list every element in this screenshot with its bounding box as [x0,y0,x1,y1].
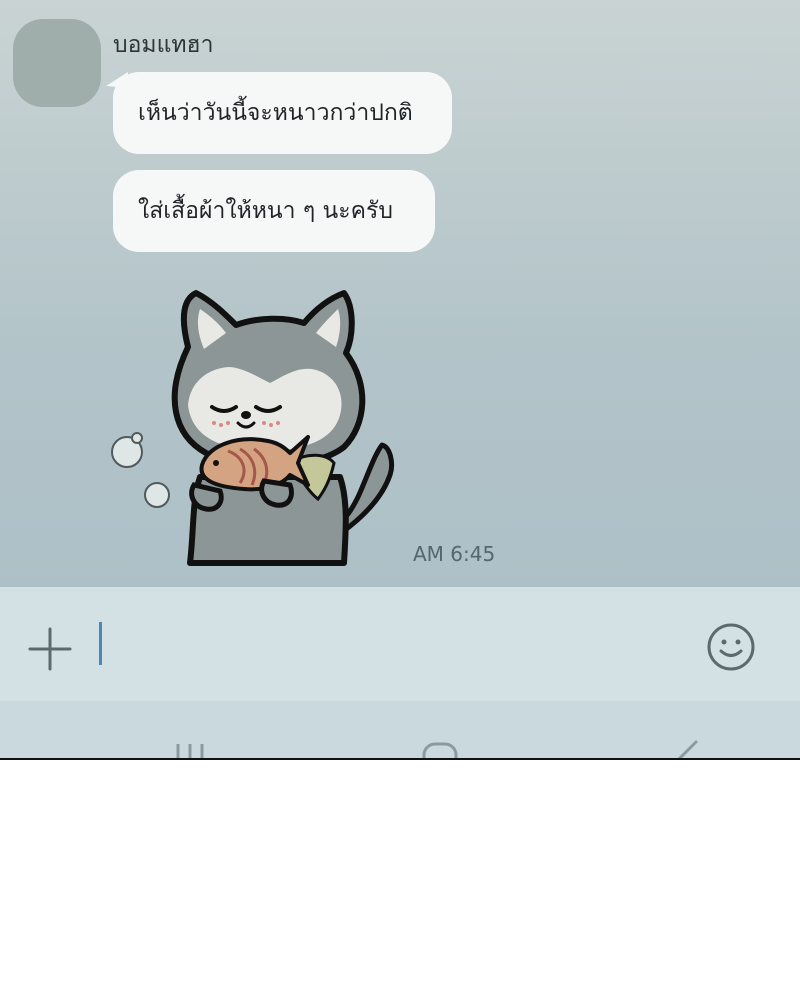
sender-name: บอมแทฮา [113,32,214,58]
message-input[interactable] [106,618,686,670]
message-bubble[interactable]: ใส่เสื้อผ้าให้หนา ๆ นะครับ [113,170,435,252]
plus-icon[interactable] [28,627,72,671]
back-icon[interactable] [668,740,708,760]
smiley-icon[interactable] [705,621,757,673]
chat-screen: บอมแทฮา เห็นว่าวันนี้จะหนาวกว่าปกติ ใส่เ… [0,0,800,760]
home-icon[interactable] [420,740,460,760]
recent-apps-icon[interactable] [170,740,210,760]
text-cursor [99,622,102,665]
bubble-icon [111,432,170,508]
wolf-sticker[interactable] [108,285,408,570]
avatar[interactable] [13,19,101,107]
message-timestamp: AM 6:45 [413,542,496,566]
message-bubble[interactable]: เห็นว่าวันนี้จะหนาวกว่าปกติ [113,72,452,154]
